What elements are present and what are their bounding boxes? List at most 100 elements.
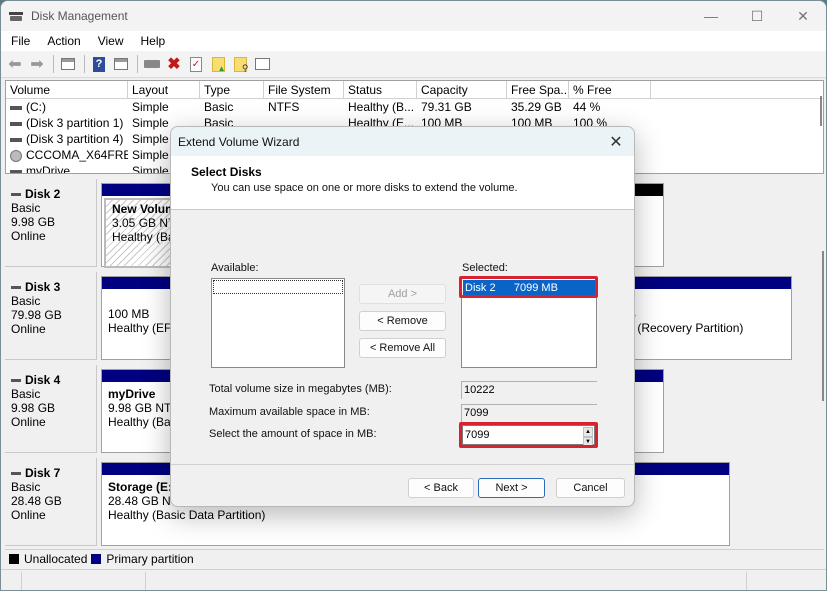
- amount-label: Select the amount of space in MB:: [209, 428, 377, 440]
- column-free-space[interactable]: Free Spa...: [507, 81, 569, 98]
- disk-size: 79.98 GB: [11, 308, 62, 322]
- dialog-title-bar: Extend Volume Wizard ✕: [171, 127, 634, 156]
- max-space-label: Maximum available space in MB:: [209, 406, 370, 418]
- back-button[interactable]: < Back: [408, 478, 474, 498]
- dialog-footer-divider: [171, 464, 634, 465]
- close-button[interactable]: ✕: [780, 1, 826, 31]
- dialog-close-icon[interactable]: ✕: [604, 130, 628, 154]
- available-listbox[interactable]: [211, 278, 345, 368]
- column-file-system[interactable]: File System: [264, 81, 344, 98]
- disk-info[interactable]: Disk 2 Basic 9.98 GB Online: [5, 179, 97, 267]
- column-layout[interactable]: Layout: [128, 81, 200, 98]
- partition-status: y (Recovery Partition): [628, 321, 744, 335]
- toolbar: ⬅ ➡ ? ✖ ✓: [1, 51, 826, 78]
- connect-drive-icon[interactable]: [142, 54, 162, 74]
- volume-name: (C:): [26, 100, 46, 114]
- column-status[interactable]: Status: [344, 81, 417, 98]
- selected-listbox[interactable]: Disk 2 7099 MB: [461, 278, 597, 368]
- disk-info[interactable]: Disk 3 Basic 79.98 GB Online: [5, 272, 97, 360]
- pct-free-cell: 44 %: [573, 100, 601, 114]
- selected-label: Selected:: [462, 262, 508, 274]
- disk-management-icon: [9, 10, 25, 22]
- open-folder-icon[interactable]: [208, 54, 228, 74]
- disk-map-scrollbar[interactable]: [822, 251, 824, 401]
- partition-status: Healthy (Bas: [108, 415, 177, 429]
- column-filler: [651, 81, 823, 98]
- explore-folder-icon[interactable]: [230, 54, 250, 74]
- add-button[interactable]: Add >: [359, 284, 446, 304]
- title-bar: Disk Management — ☐ ✕: [1, 1, 826, 31]
- legend: Unallocated Primary partition: [5, 549, 824, 567]
- drive-icon: [10, 137, 22, 142]
- disk-type: Basic: [11, 294, 41, 308]
- disk-state: Online: [11, 415, 46, 429]
- disk-name: Disk 3: [11, 280, 96, 294]
- volume-list-header: Volume Layout Type File System Status Ca…: [6, 81, 823, 99]
- remove-all-button[interactable]: < Remove All: [359, 338, 446, 358]
- column-percent-free[interactable]: % Free: [569, 81, 651, 98]
- disk-state: Online: [11, 322, 46, 336]
- drive-icon: [10, 105, 22, 110]
- show-hide-pane-icon[interactable]: [111, 54, 131, 74]
- disk-name: Disk 2: [11, 187, 96, 201]
- partition-title: myDrive: [108, 387, 156, 401]
- remove-button[interactable]: < Remove: [359, 311, 446, 331]
- menu-action[interactable]: Action: [37, 34, 87, 48]
- column-type[interactable]: Type: [200, 81, 264, 98]
- status-cell: Healthy (B...: [348, 100, 415, 114]
- partition-title: New Volum: [112, 202, 176, 216]
- menu-help[interactable]: Help: [131, 34, 173, 48]
- selected-disk-item[interactable]: Disk 2 7099 MB: [463, 280, 595, 296]
- disk-info[interactable]: Disk 7 Basic 28.48 GB Online: [5, 458, 97, 546]
- free-cell: 35.29 GB: [511, 100, 562, 114]
- back-arrow-icon[interactable]: ⬅: [5, 54, 25, 74]
- volume-list-scrollbar[interactable]: [820, 96, 822, 126]
- unallocated-swatch: [9, 553, 19, 564]
- cancel-button[interactable]: Cancel: [556, 478, 625, 498]
- menu-view[interactable]: View: [88, 34, 131, 48]
- volume-name: (Disk 3 partition 4): [26, 132, 124, 146]
- legend-unallocated: Unallocated: [24, 551, 88, 566]
- column-volume[interactable]: Volume: [6, 81, 128, 98]
- spin-up-icon[interactable]: ▲: [583, 427, 593, 437]
- help-icon[interactable]: ?: [89, 54, 109, 74]
- status-segment: [145, 572, 146, 590]
- dialog-header: Select Disks You can use space on one or…: [171, 156, 634, 210]
- disk-list-icon[interactable]: [252, 54, 272, 74]
- column-capacity[interactable]: Capacity: [417, 81, 507, 98]
- volume-name: myDrive: [26, 164, 70, 174]
- legend-primary: Primary partition: [106, 551, 194, 566]
- disk-type: Basic: [11, 201, 41, 215]
- extend-volume-wizard: Extend Volume Wizard ✕ Select Disks You …: [170, 126, 635, 507]
- minimize-button[interactable]: —: [688, 1, 734, 31]
- window-title: Disk Management: [31, 9, 128, 23]
- maximize-button[interactable]: ☐: [734, 1, 780, 31]
- fs-cell: NTFS: [268, 100, 300, 114]
- properties-icon[interactable]: ✓: [186, 54, 206, 74]
- partition-title: Storage (E:): [108, 480, 177, 494]
- status-segment: [746, 572, 747, 590]
- spin-down-icon[interactable]: ▼: [583, 437, 593, 447]
- console-tree-icon[interactable]: [58, 54, 78, 74]
- type-cell: Basic: [204, 100, 234, 114]
- disk-state: Online: [11, 229, 46, 243]
- layout-cell: Simple: [132, 100, 169, 114]
- total-size-value: 10222: [461, 381, 597, 399]
- delete-icon[interactable]: ✖: [164, 54, 184, 74]
- disk-name: Disk 4: [11, 373, 96, 387]
- total-size-label: Total volume size in megabytes (MB):: [209, 383, 392, 395]
- primary-swatch: [91, 553, 102, 564]
- next-button[interactable]: Next >: [478, 478, 545, 498]
- table-row[interactable]: (C:) Simple Basic NTFS Healthy (B... 79.…: [6, 99, 823, 115]
- partition-status: Healthy (EFI: [108, 321, 175, 335]
- cd-drive-icon: [10, 149, 22, 162]
- disk-size: 9.98 GB: [11, 401, 56, 415]
- status-bar: [1, 569, 826, 590]
- drive-icon: [10, 121, 22, 126]
- forward-arrow-icon[interactable]: ➡: [27, 54, 47, 74]
- amount-spinbox[interactable]: 7099 ▲ ▼: [462, 425, 595, 447]
- disk-info[interactable]: Disk 4 Basic 9.98 GB Online: [5, 365, 97, 453]
- volume-name: (Disk 3 partition 1): [26, 116, 124, 130]
- menu-file[interactable]: File: [1, 34, 37, 48]
- status-segment: [21, 572, 22, 590]
